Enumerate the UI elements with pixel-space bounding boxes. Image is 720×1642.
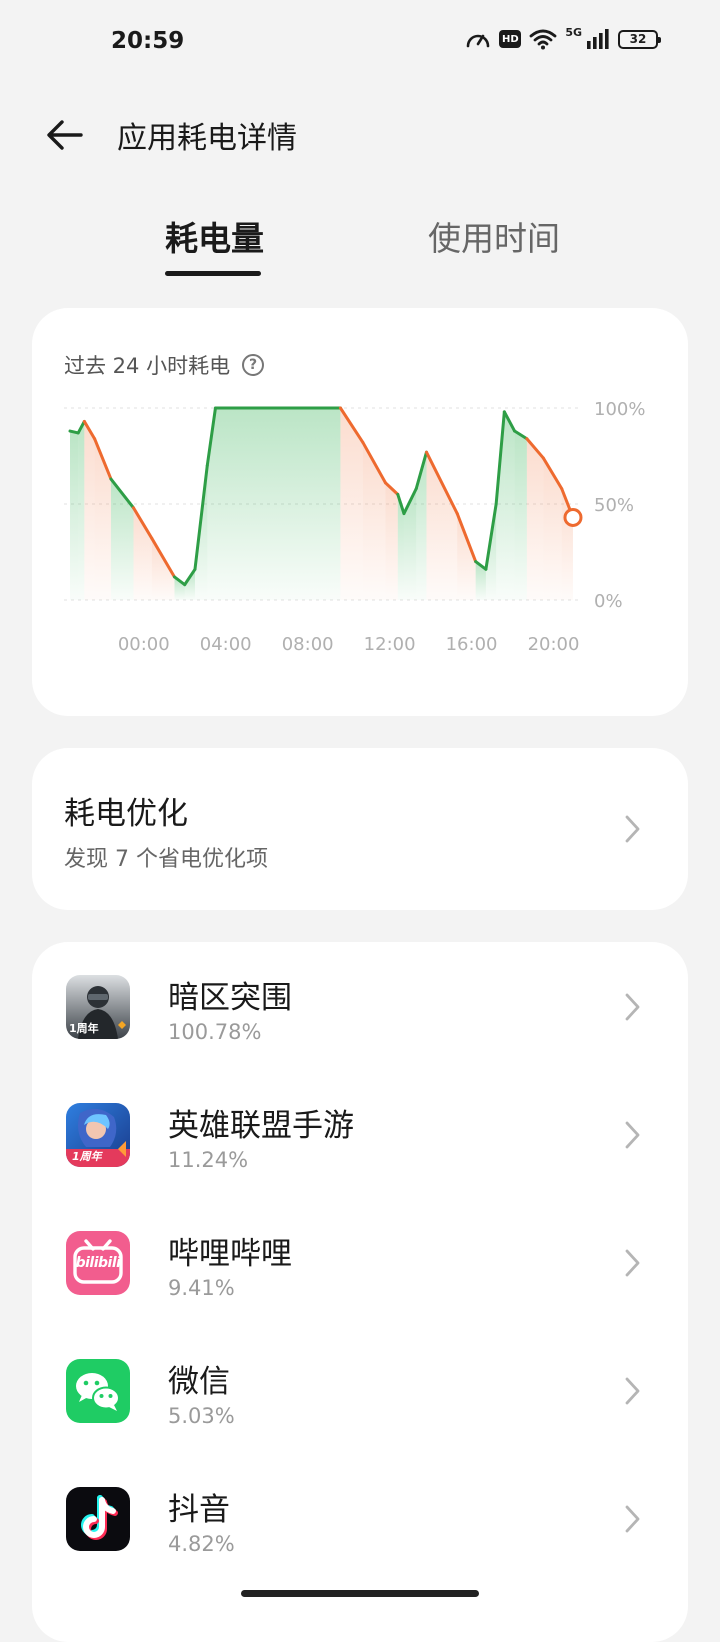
app-name: 抖音: [168, 1492, 230, 1528]
battery-chart-card: 0% 50% 100% 00:00 04:00 08:00 12:00 16:00 20:00 …: [32, 308, 688, 716]
chart-area-segment: [94, 438, 111, 600]
hd-icon: HD: [499, 30, 522, 48]
x-tick-label: 04:00: [200, 634, 252, 655]
optimization-subtitle: 发现 7 个省电优化项: [64, 847, 268, 872]
chart-area-segment: [543, 457, 562, 600]
current-level-marker: [563, 507, 583, 527]
chevron-right-icon: [625, 1505, 640, 1533]
help-icon[interactable]: ?: [242, 354, 265, 376]
app-row-douyin[interactable]: 抖音 4.82%: [32, 1454, 688, 1582]
tab-indicator: [165, 271, 261, 276]
chart-area-segment: [362, 442, 386, 600]
app-name: 微信: [168, 1364, 230, 1400]
chart-area-segment: [70, 431, 79, 600]
chart-area-segment: [526, 438, 544, 600]
app-percent: 4.82%: [168, 1532, 235, 1556]
tab-usage-time[interactable]: 使用时间: [428, 212, 560, 260]
chart-area-segment: [385, 482, 398, 600]
chart-area-segment: [514, 431, 527, 600]
game-icon: 1周年: [66, 975, 130, 1039]
status-bar: 20:59 HD 5G 32: [0, 0, 720, 86]
app-row-wechat[interactable]: 微信 5.03%: [32, 1326, 688, 1454]
battery-icon: 32: [618, 29, 661, 49]
chevron-right-icon: [625, 1121, 640, 1149]
chevron-right-icon: [625, 815, 640, 843]
x-tick-label: 00:00: [118, 634, 170, 655]
signal-icon: [586, 28, 610, 50]
x-tick-label: 20:00: [528, 634, 580, 655]
wechat-icon: [66, 1359, 130, 1423]
tab-bar: 耗电量 使用时间: [0, 200, 720, 280]
home-indicator[interactable]: [241, 1590, 479, 1597]
app-percent: 9.41%: [168, 1276, 235, 1300]
page-title: 应用耗电详情: [117, 121, 297, 156]
optimization-title: 耗电优化: [64, 796, 188, 832]
chevron-right-icon: [625, 993, 640, 1021]
back-arrow-icon: [47, 120, 83, 150]
status-icons: HD 5G 32: [465, 25, 661, 50]
app-name: 英雄联盟手游: [168, 1108, 354, 1144]
speed-icon: [465, 28, 491, 50]
app-list-card: 1周年 暗区突围 100.78% 1周年 英雄联盟手游 11.24% bilib…: [32, 942, 688, 1642]
app-row-league-of-legends[interactable]: 1周年 英雄联盟手游 11.24%: [32, 1070, 688, 1198]
chart-area-segment: [84, 421, 95, 600]
app-name: 暗区突围: [168, 980, 292, 1016]
tiktok-icon: [66, 1487, 130, 1551]
y-tick-label: 0%: [594, 591, 623, 612]
back-button[interactable]: [40, 110, 90, 160]
app-percent: 11.24%: [168, 1148, 249, 1172]
app-icon-label: bilibili: [75, 1255, 121, 1271]
chart-title: 过去 24 小时耗电: [64, 354, 231, 378]
app-icon-badge: 1周年: [69, 1022, 99, 1035]
tab-power-consumption[interactable]: 耗电量: [165, 212, 264, 260]
x-tick-label: 12:00: [364, 634, 416, 655]
chart-area-segment: [504, 411, 515, 600]
app-row-bilibili[interactable]: bilibili 哔哩哔哩 9.41%: [32, 1198, 688, 1326]
chart-area-segment: [426, 452, 458, 600]
x-tick-label: 08:00: [282, 634, 334, 655]
chevron-right-icon: [625, 1377, 640, 1405]
power-optimization-card[interactable]: 耗电优化 发现 7 个省电优化项: [32, 748, 688, 910]
app-percent: 100.78%: [168, 1020, 262, 1044]
wifi-icon: [529, 28, 557, 50]
chart-area-segment: [110, 479, 134, 600]
y-tick-label: 100%: [594, 399, 645, 420]
game-icon: 1周年: [66, 1103, 130, 1167]
app-icon-badge: 1周年: [72, 1150, 102, 1163]
app-percent: 5.03%: [168, 1404, 235, 1428]
chart-header: 过去 24 小时耗电 ?: [64, 350, 265, 380]
network-type-label: 5G: [565, 25, 582, 39]
app-row-dark-zone[interactable]: 1周年 暗区突围 100.78%: [32, 942, 688, 1070]
bilibili-icon: bilibili: [66, 1231, 130, 1295]
chart-area-segment: [215, 408, 341, 600]
x-tick-label: 16:00: [446, 634, 498, 655]
app-name: 哔哩哔哩: [168, 1236, 292, 1272]
status-time: 20:59: [111, 28, 185, 54]
chart-area-segment: [403, 488, 417, 600]
chevron-right-icon: [625, 1249, 640, 1277]
app-bar: 应用耗电详情: [0, 100, 720, 170]
chart-area-segment: [78, 421, 85, 600]
y-tick-label: 50%: [594, 495, 634, 516]
